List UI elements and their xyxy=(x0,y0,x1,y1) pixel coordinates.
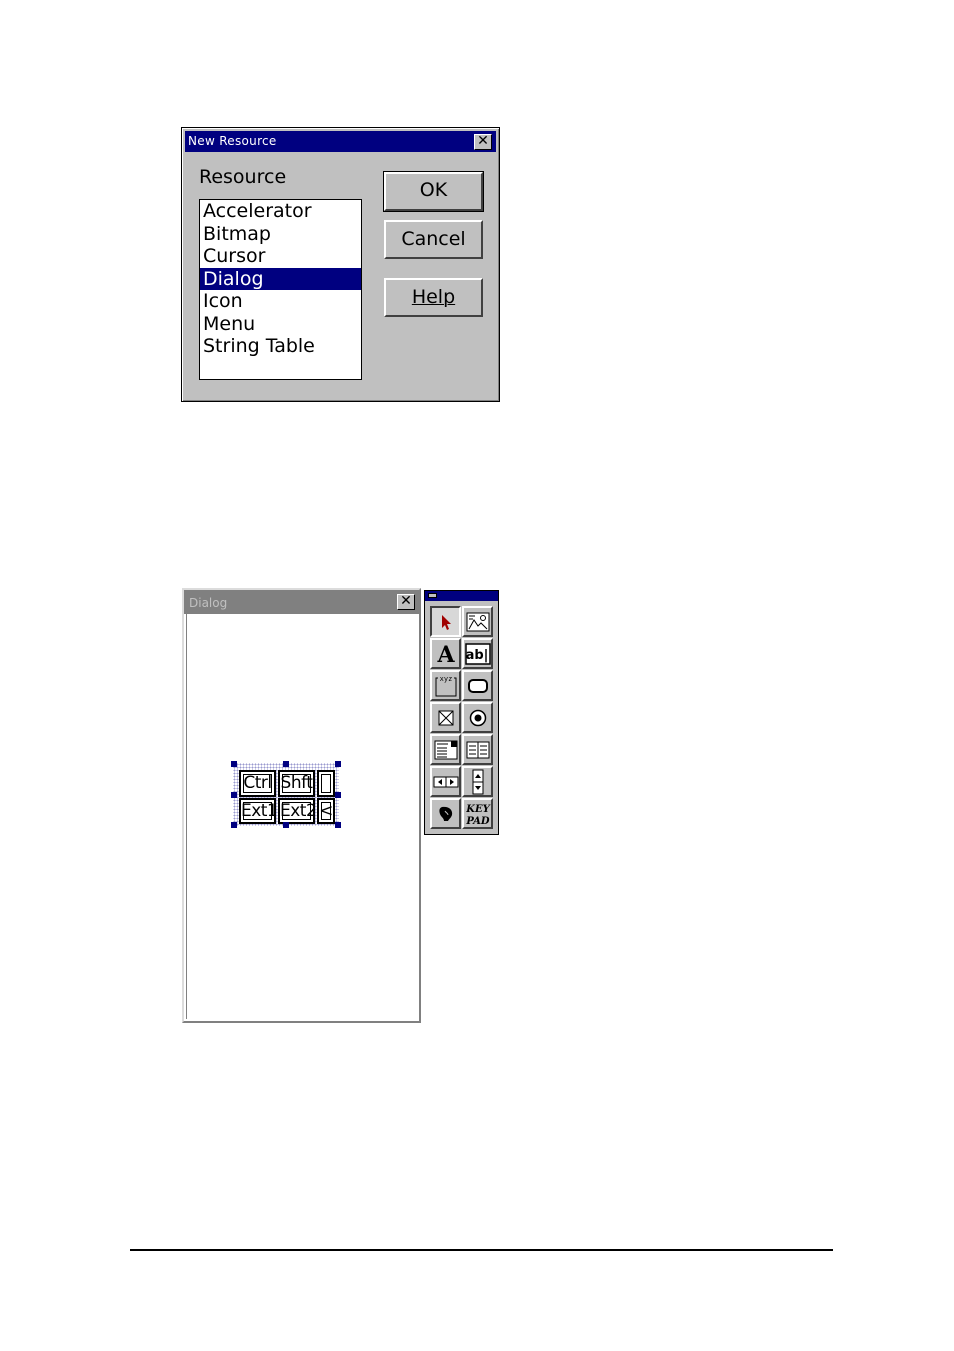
pointer-tool-icon xyxy=(441,614,451,630)
horizontal-scroll-tool-icon xyxy=(433,776,458,787)
resize-handle[interactable] xyxy=(335,792,341,798)
key-ext1[interactable]: Ext1 xyxy=(239,798,276,824)
resize-handle[interactable] xyxy=(231,792,237,798)
key-back[interactable]: < xyxy=(317,798,335,824)
pointer-tool-button[interactable] xyxy=(430,606,461,637)
help-button[interactable]: Help xyxy=(384,278,483,317)
vertical-scroll-tool-icon xyxy=(472,769,483,794)
title-bar[interactable]: New Resource ✕ xyxy=(185,131,496,152)
key-blank[interactable] xyxy=(317,770,335,797)
ok-button[interactable]: OK xyxy=(383,171,484,212)
title-bar[interactable]: Dialog ✕ xyxy=(184,590,419,614)
close-icon[interactable]: ✕ xyxy=(474,134,492,150)
resize-handle[interactable] xyxy=(335,822,341,828)
key-ctrl[interactable]: Ctrl xyxy=(239,770,276,797)
list-box-tool-button[interactable] xyxy=(462,734,493,765)
edit-box-tool-button[interactable]: ab| xyxy=(462,638,493,669)
svg-text:A: A xyxy=(436,643,455,665)
svg-text:KEY: KEY xyxy=(465,804,490,815)
custom-control-tool-icon xyxy=(438,806,452,821)
resource-list[interactable]: Accelerator Bitmap Cursor Dialog Icon Me… xyxy=(199,199,362,380)
static-text-tool-icon: A xyxy=(436,643,455,665)
list-item-cursor[interactable]: Cursor xyxy=(200,245,361,268)
list-item-string-table[interactable]: String Table xyxy=(200,335,361,358)
vertical-scroll-tool-button[interactable] xyxy=(462,766,493,797)
list-item-dialog[interactable]: Dialog xyxy=(200,267,361,290)
static-text-tool-button[interactable]: A xyxy=(430,638,461,669)
push-button-tool-icon xyxy=(467,678,488,693)
key-shft[interactable]: Shft xyxy=(278,770,315,797)
radio-button-tool-button[interactable] xyxy=(462,702,493,733)
combo-box-tool-icon xyxy=(434,740,457,759)
picture-tool-icon xyxy=(466,612,489,631)
resize-handle[interactable] xyxy=(231,822,237,828)
picture-tool-button[interactable] xyxy=(462,606,493,637)
list-item-accelerator[interactable]: Accelerator xyxy=(200,200,361,223)
list-item-menu[interactable]: Menu xyxy=(200,313,361,336)
resize-handle[interactable] xyxy=(335,761,341,767)
resize-handle[interactable] xyxy=(283,822,289,828)
toolbox-title-bar[interactable] xyxy=(425,591,498,601)
combo-box-tool-button[interactable] xyxy=(430,734,461,765)
resource-label: Resource xyxy=(199,166,287,188)
group-box-tool-button[interactable]: xyz xyxy=(430,670,461,701)
group-box-tool-icon: xyz xyxy=(435,675,456,696)
list-box-tool-icon xyxy=(466,741,489,758)
horizontal-scroll-tool-button[interactable] xyxy=(430,766,461,797)
controls-toolbox: A ab| xyz KEY PAD xyxy=(424,590,499,835)
custom-control-tool-button[interactable] xyxy=(430,798,461,829)
radio-button-tool-icon xyxy=(469,709,486,726)
edit-box-tool-icon: ab| xyxy=(464,642,491,665)
svg-text:ab|: ab| xyxy=(465,648,488,663)
push-button-tool-button[interactable] xyxy=(462,670,493,701)
resize-handle[interactable] xyxy=(231,761,237,767)
new-resource-dialog: New Resource ✕ Resource Accelerator Bitm… xyxy=(181,127,500,402)
keypad-control[interactable]: Ctrl Shft Ext1 Ext2 < xyxy=(231,761,341,828)
keypad-tool-icon: KEY PAD xyxy=(465,804,490,827)
page-footer-rule xyxy=(130,1249,833,1251)
svg-text:PAD: PAD xyxy=(465,816,490,827)
help-button-label: Help xyxy=(411,286,456,308)
list-item-icon[interactable]: Icon xyxy=(200,290,361,313)
cancel-button[interactable]: Cancel xyxy=(384,220,483,259)
system-menu-icon[interactable] xyxy=(428,593,437,598)
svg-text:xyz: xyz xyxy=(439,675,452,683)
keypad-tool-button[interactable]: KEY PAD xyxy=(462,798,493,829)
dialog-title: New Resource xyxy=(188,134,277,148)
close-icon[interactable]: ✕ xyxy=(397,594,415,610)
resize-handle[interactable] xyxy=(283,761,289,767)
check-box-tool-button[interactable] xyxy=(430,702,461,733)
window-title: Dialog xyxy=(189,596,228,610)
list-item-bitmap[interactable]: Bitmap xyxy=(200,223,361,246)
key-ext2[interactable]: Ext2 xyxy=(278,798,315,824)
check-box-tool-icon xyxy=(438,710,453,725)
